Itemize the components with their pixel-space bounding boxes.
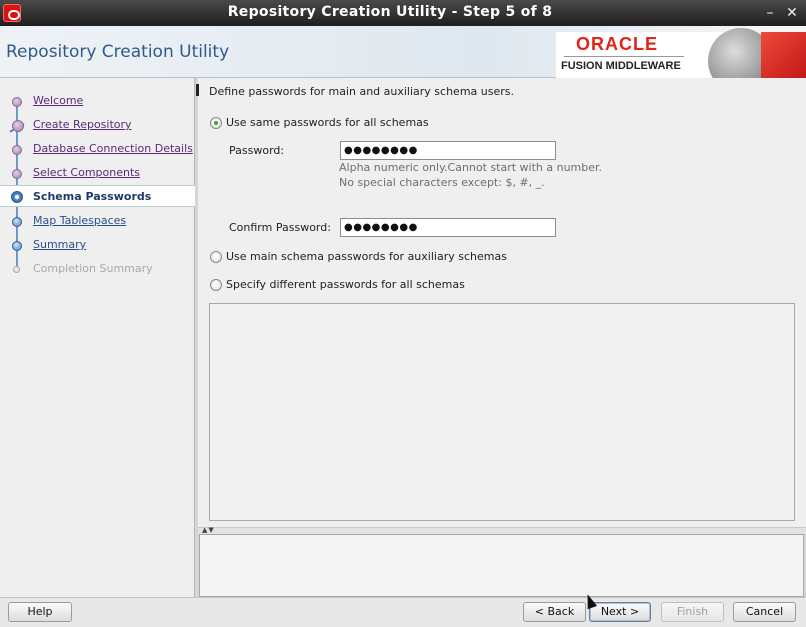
oracle-wordmark: ORACLE: [576, 34, 658, 54]
app-title: Repository Creation Utility: [6, 42, 230, 62]
step-pending-icon: [12, 241, 22, 251]
step-label[interactable]: Welcome: [33, 94, 83, 107]
step-database-connection-details[interactable]: Database Connection Details: [0, 138, 195, 160]
step-label[interactable]: Map Tablespaces: [33, 214, 126, 227]
password-field[interactable]: ●●●●●●●●: [340, 141, 556, 160]
step-done-icon: [12, 145, 22, 155]
schema-passwords-panel: Define passwords for main and auxiliary …: [196, 78, 806, 528]
bottom-button-bar: Help < Back Next > Finish Cancel: [0, 597, 806, 627]
step-label[interactable]: Database Connection Details: [33, 142, 193, 155]
step-schema-passwords[interactable]: Schema Passwords: [0, 185, 195, 207]
back-button[interactable]: < Back: [523, 602, 586, 622]
step-current-icon: [11, 191, 23, 203]
step-completion-summary: Completion Summary: [0, 258, 195, 280]
window-titlebar: Repository Creation Utility - Step 5 of …: [0, 0, 806, 26]
panel-splitter[interactable]: ▲▼: [198, 526, 806, 534]
main-passwords-radio[interactable]: [210, 251, 222, 263]
step-label[interactable]: Create Repository: [33, 118, 132, 131]
password-hint-line2: No special characters except: $, #, _.: [339, 176, 545, 189]
step-label: Schema Passwords: [33, 190, 152, 203]
step-summary[interactable]: Summary: [0, 234, 195, 256]
cancel-button[interactable]: Cancel: [733, 602, 796, 622]
message-area: [199, 534, 804, 597]
window-title: Repository Creation Utility - Step 5 of …: [227, 4, 553, 20]
step-label[interactable]: Summary: [33, 238, 86, 251]
step-pending-icon: [12, 217, 22, 227]
step-disabled-icon: [13, 266, 20, 273]
step-label: Completion Summary: [33, 262, 153, 275]
step-label[interactable]: Select Components: [33, 166, 140, 179]
step-welcome[interactable]: Welcome: [0, 90, 195, 112]
minimize-icon[interactable]: –: [762, 5, 778, 21]
step-branch-icon: [12, 120, 24, 132]
next-button[interactable]: Next >: [589, 602, 651, 622]
same-passwords-label[interactable]: Use same passwords for all schemas: [226, 116, 429, 129]
panel-focus-marker: [196, 84, 199, 96]
step-done-icon: [12, 97, 22, 107]
main-passwords-label[interactable]: Use main schema passwords for auxiliary …: [226, 250, 507, 263]
different-passwords-label[interactable]: Specify different passwords for all sche…: [226, 278, 465, 291]
splitter-arrows-icon[interactable]: ▲▼: [202, 526, 215, 534]
finish-button: Finish: [661, 602, 724, 622]
step-done-icon: [12, 169, 22, 179]
help-button[interactable]: Help: [8, 602, 72, 622]
password-hint-line1: Alpha numeric only.Cannot start with a n…: [339, 161, 603, 174]
confirm-password-label: Confirm Password:: [229, 221, 331, 234]
brand-red-block: [761, 32, 806, 78]
logo-divider: [564, 56, 684, 57]
fusion-middleware-wordmark: FUSION MIDDLEWARE: [561, 60, 681, 72]
same-passwords-radio[interactable]: [210, 117, 222, 129]
step-create-repository[interactable]: Create Repository: [0, 114, 195, 136]
wizard-steps-nav: Welcome Create Repository Database Conne…: [0, 78, 195, 597]
panel-description: Define passwords for main and auxiliary …: [209, 85, 514, 98]
oracle-logo: ORACLE FUSION MIDDLEWARE: [556, 28, 806, 94]
confirm-password-field[interactable]: ●●●●●●●●: [340, 218, 556, 237]
schema-passwords-table-area: [209, 303, 795, 521]
step-select-components[interactable]: Select Components: [0, 162, 195, 184]
different-passwords-radio[interactable]: [210, 279, 222, 291]
header-banner: Repository Creation Utility ORACLE FUSIO…: [0, 26, 806, 94]
step-map-tablespaces[interactable]: Map Tablespaces: [0, 210, 195, 232]
password-label: Password:: [229, 144, 285, 157]
close-icon[interactable]: ✕: [784, 5, 800, 21]
